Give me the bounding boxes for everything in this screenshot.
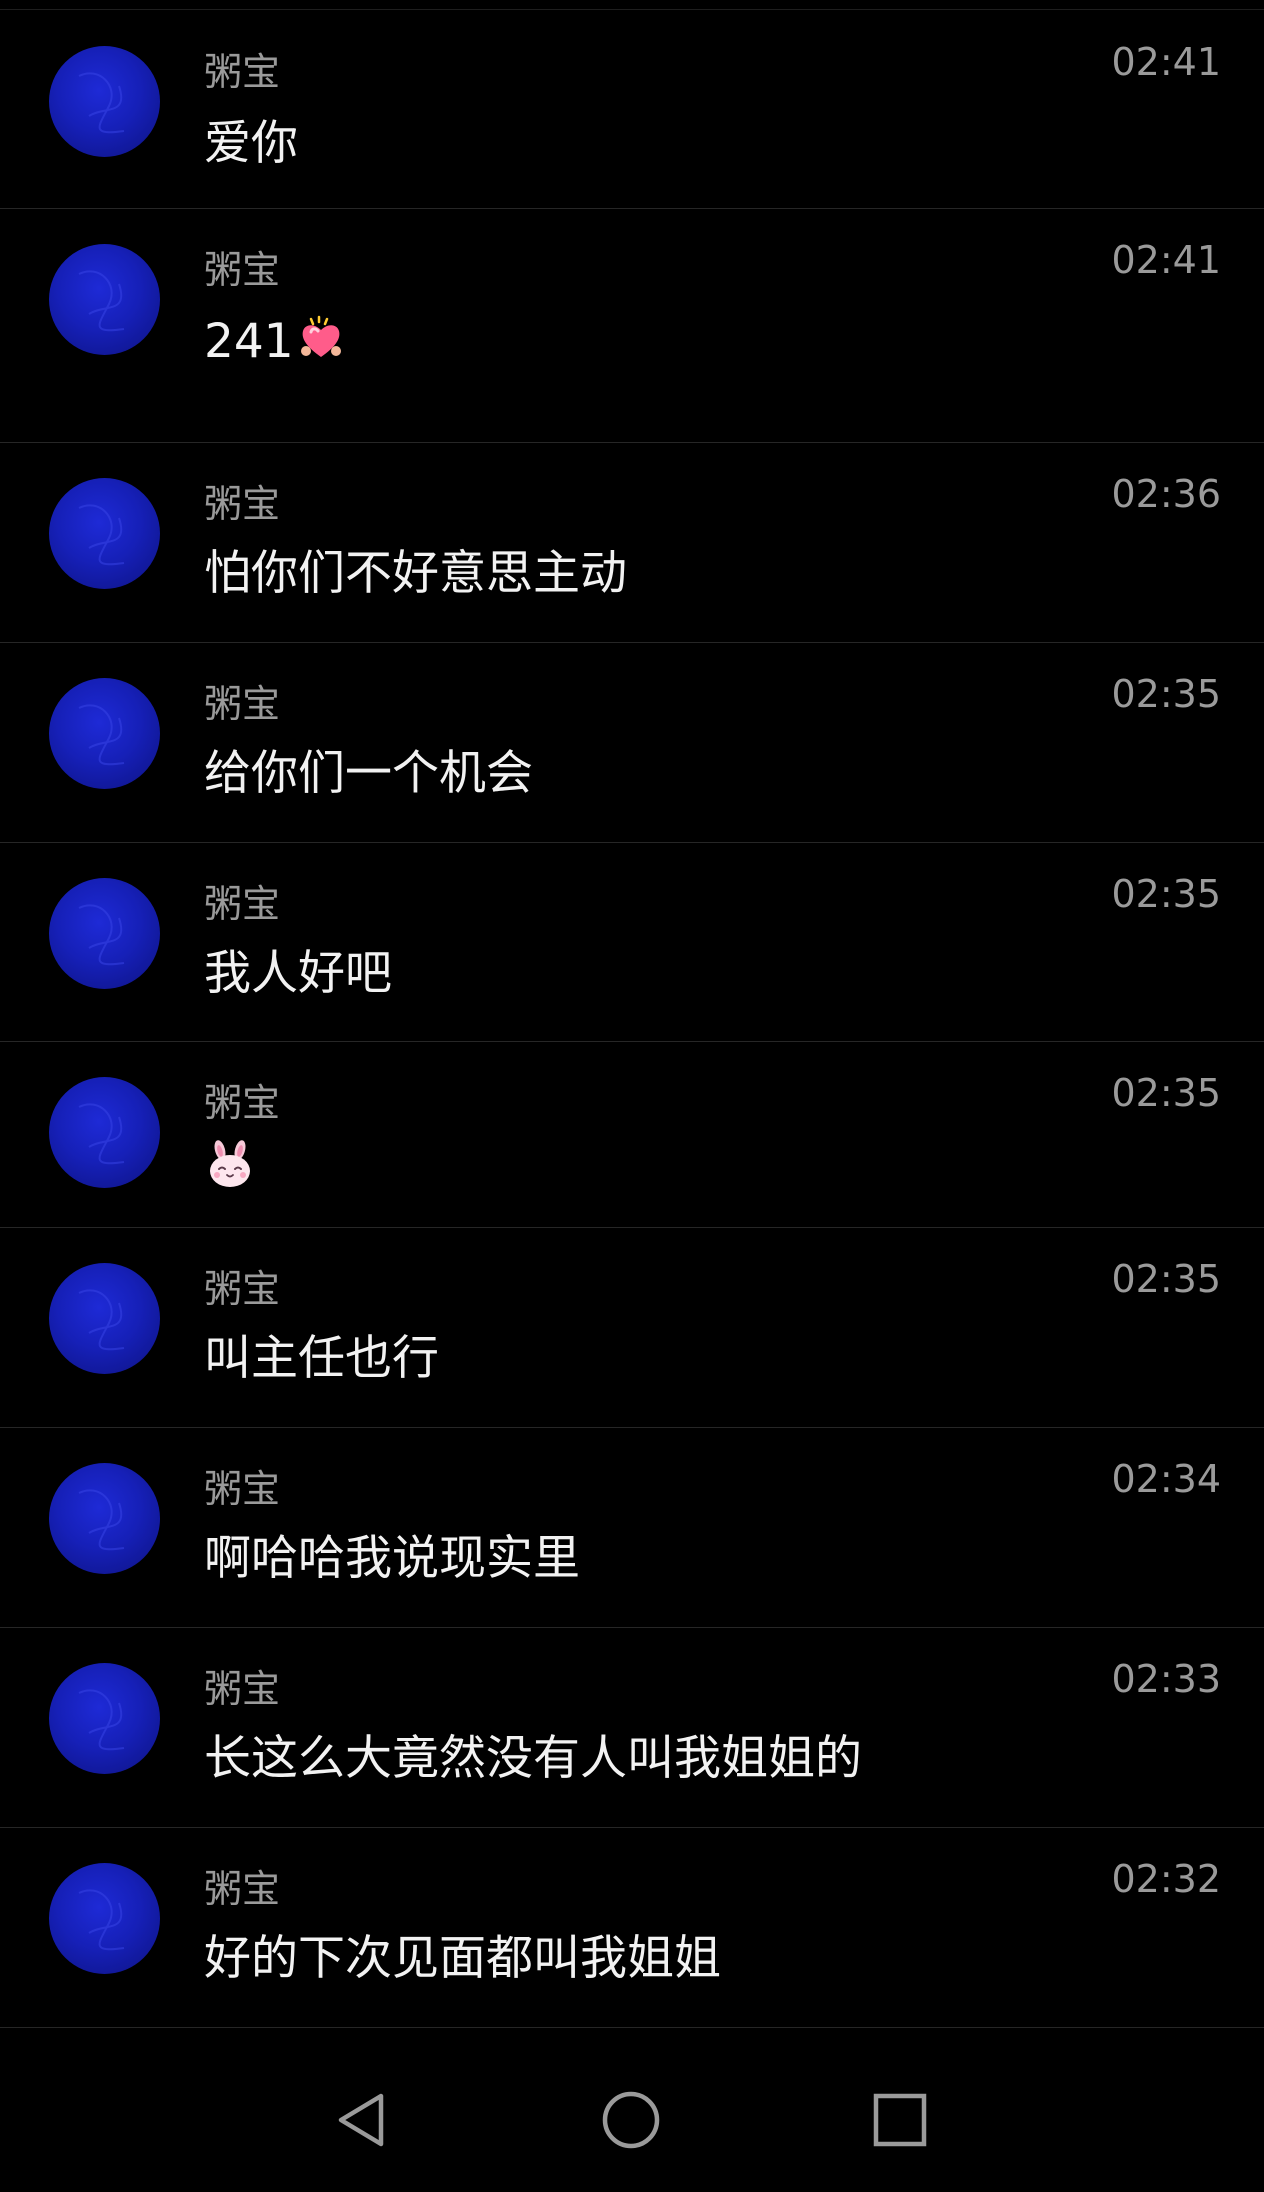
- message-text: 我人好吧: [204, 950, 392, 997]
- avatar-texture-icon: [78, 904, 125, 966]
- message-row[interactable]: 粥宝 02:36 怕你们不好意思主动: [0, 443, 1264, 643]
- avatar-texture-icon: [78, 504, 125, 566]
- message-text-content: 241: [204, 313, 294, 369]
- sender-name: 粥宝: [204, 482, 281, 526]
- message-time: 02:35: [1111, 1071, 1221, 1115]
- avatar-texture-icon: [78, 1689, 125, 1751]
- message-text: 怕你们不好意思主动: [204, 550, 627, 597]
- message-row[interactable]: 粥宝 02:35 叫主任也行: [0, 1228, 1264, 1428]
- message-time: 02:41: [1111, 40, 1221, 84]
- message-text-content: 爱你: [204, 116, 298, 171]
- square-recents-icon: [873, 2093, 927, 2147]
- message-row[interactable]: 粥宝 02:41 241: [0, 209, 1264, 443]
- message-text: 啊哈哈我说现实里: [204, 1535, 580, 1582]
- message-row[interactable]: 粥宝 02:33 长这么大竟然没有人叫我姐姐的: [0, 1628, 1264, 1828]
- message-text: 长这么大竟然没有人叫我姐姐的: [204, 1735, 862, 1782]
- message-text: 爱你: [204, 120, 298, 167]
- sender-name: 粥宝: [204, 50, 281, 94]
- message-text-content: 啊哈哈我说现实里: [204, 1531, 580, 1586]
- message-row[interactable]: 粥宝 02:35: [0, 1042, 1264, 1228]
- message-time: 02:33: [1111, 1657, 1221, 1701]
- message-text: 给你们一个机会: [204, 750, 533, 797]
- message-row[interactable]: 粥宝 02:35 给你们一个机会: [0, 643, 1264, 843]
- message-time: 02:32: [1111, 1857, 1221, 1901]
- message-row[interactable]: 粥宝 02:35 我人好吧: [0, 843, 1264, 1042]
- message-time: 02:34: [1111, 1457, 1221, 1501]
- avatar[interactable]: [49, 1463, 160, 1574]
- message-row[interactable]: 粥宝 02:32 好的下次见面都叫我姐姐: [0, 1828, 1264, 2028]
- recents-button[interactable]: [860, 2080, 940, 2160]
- sender-name: 粥宝: [204, 1467, 281, 1511]
- avatar[interactable]: [49, 46, 160, 157]
- message-text: 好的下次见面都叫我姐姐: [204, 1935, 721, 1982]
- avatar[interactable]: [49, 678, 160, 789]
- message-time: 02:35: [1111, 872, 1221, 916]
- sender-name: 粥宝: [204, 1081, 281, 1125]
- message-text-content: 我人好吧: [204, 946, 392, 1001]
- home-button[interactable]: [591, 2080, 671, 2160]
- avatar[interactable]: [49, 1663, 160, 1774]
- sender-name: 粥宝: [204, 1867, 281, 1911]
- avatar-texture-icon: [78, 1889, 125, 1951]
- message-list: 粥宝 02:41 爱你 粥宝 02:41 241 粥宝 02:36 怕你们不好意…: [0, 9, 1264, 2028]
- avatar[interactable]: [49, 244, 160, 355]
- sender-name: 粥宝: [204, 1267, 281, 1311]
- message-row[interactable]: 粥宝 02:34 啊哈哈我说现实里: [0, 1428, 1264, 1628]
- sender-name: 粥宝: [204, 248, 281, 292]
- message-text-content: 给你们一个机会: [204, 746, 533, 801]
- avatar[interactable]: [49, 1263, 160, 1374]
- message-row[interactable]: 粥宝 02:41 爱你: [0, 10, 1264, 209]
- message-text-content: 好的下次见面都叫我姐姐: [204, 1931, 721, 1986]
- back-button[interactable]: [321, 2080, 401, 2160]
- message-text: 241: [204, 313, 345, 369]
- avatar-texture-icon: [78, 704, 125, 766]
- message-time: 02:35: [1111, 672, 1221, 716]
- system-navigation-bar: [0, 2050, 1264, 2192]
- message-text: [204, 1138, 256, 1190]
- heart-sticker-icon: [297, 315, 345, 363]
- message-time: 02:36: [1111, 472, 1221, 516]
- circle-home-icon: [602, 2091, 660, 2149]
- message-time: 02:35: [1111, 1257, 1221, 1301]
- avatar[interactable]: [49, 1077, 160, 1188]
- sender-name: 粥宝: [204, 682, 281, 726]
- message-text-content: 叫主任也行: [204, 1331, 439, 1386]
- avatar[interactable]: [49, 478, 160, 589]
- avatar-texture-icon: [78, 1103, 125, 1165]
- avatar-texture-icon: [78, 1289, 125, 1351]
- avatar-texture-icon: [78, 72, 125, 134]
- triangle-back-icon: [338, 2093, 384, 2147]
- message-text: 叫主任也行: [204, 1335, 439, 1382]
- avatar-texture-icon: [78, 270, 125, 332]
- avatar-texture-icon: [78, 1489, 125, 1551]
- message-text-content: 怕你们不好意思主动: [204, 546, 627, 601]
- message-text-content: 长这么大竟然没有人叫我姐姐的: [204, 1731, 862, 1786]
- avatar[interactable]: [49, 1863, 160, 1974]
- bunny-sticker-icon: [204, 1138, 256, 1190]
- avatar[interactable]: [49, 878, 160, 989]
- sender-name: 粥宝: [204, 1667, 281, 1711]
- message-time: 02:41: [1111, 238, 1221, 282]
- sender-name: 粥宝: [204, 882, 281, 926]
